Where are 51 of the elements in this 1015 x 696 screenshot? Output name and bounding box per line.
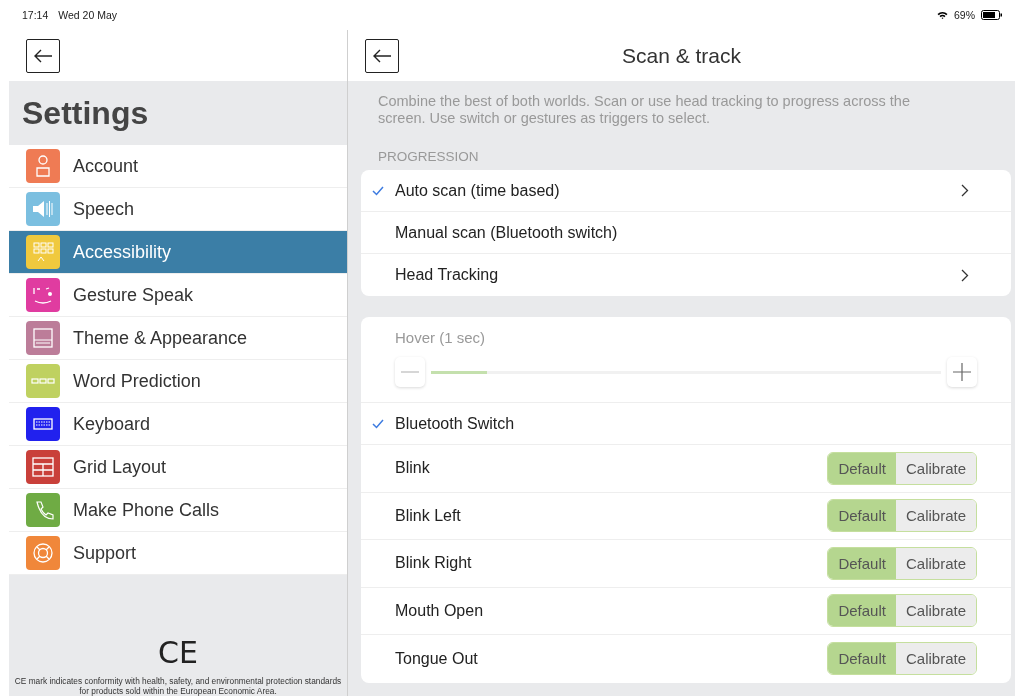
option-label: Auto scan (time based) (395, 181, 561, 200)
ce-disclaimer: CE mark indicates conformity with health, safety, and environmental protection standards for products sold within the European Economic Area. (13, 676, 343, 696)
gesture-label: Blink Left (395, 506, 462, 525)
hover-label: Hover (1 sec) (395, 329, 486, 346)
option-label: Bluetooth Switch (395, 414, 516, 433)
segment-button[interactable]: Default (828, 547, 896, 579)
back-arrow-icon (372, 48, 392, 63)
increase-button[interactable] (947, 357, 977, 387)
decrease-button[interactable] (395, 357, 425, 387)
sidebar-item[interactable]: Accessibility (9, 231, 347, 274)
option-label: Manual scan (Bluetooth switch) (395, 223, 619, 242)
back-button[interactable] (365, 38, 399, 73)
segment-button[interactable]: Default (828, 595, 896, 627)
segment-button[interactable]: Default (828, 500, 896, 532)
gesture-label: Blink (395, 459, 431, 478)
option-row[interactable]: Bluetooth Switch (361, 403, 1011, 445)
status-date: Wed 20 May (58, 9, 118, 21)
back-arrow-icon (33, 48, 53, 63)
option-row[interactable]: Head Tracking (361, 254, 1011, 296)
sidebar-item[interactable]: Account (9, 145, 347, 188)
sidebar-item[interactable]: Grid Layout (9, 446, 347, 489)
wifi-icon (937, 11, 948, 19)
segment-button[interactable]: Calibrate (895, 595, 976, 627)
back-button[interactable] (26, 38, 60, 73)
sidebar-item[interactable]: Keyboard (9, 403, 347, 446)
gesture-label: Mouth Open (395, 601, 485, 620)
section-heading: PROGRESSION (378, 149, 480, 164)
segment-button[interactable]: Calibrate (895, 547, 976, 579)
battery-icon (981, 10, 1003, 20)
minus-icon (401, 371, 419, 373)
page-title: Scan & track (620, 43, 743, 68)
ce-mark: CE (158, 638, 198, 668)
sidebar-item[interactable]: Theme & Appearance (9, 317, 347, 360)
segment-button[interactable]: Calibrate (895, 500, 976, 532)
segment-button[interactable]: Default (828, 643, 896, 675)
sidebar-item[interactable]: Word Prediction (9, 360, 347, 403)
option-row[interactable]: Manual scan (Bluetooth switch) (361, 212, 1011, 254)
segment-button[interactable]: Calibrate (895, 643, 976, 675)
sidebar-item[interactable]: Gesture Speak (9, 274, 347, 317)
sidebar-item[interactable]: Make Phone Calls (9, 489, 347, 532)
segment-button[interactable]: Calibrate (895, 452, 976, 484)
segment-button[interactable]: Default (828, 452, 896, 484)
description-text: Combine the best of both worlds. Scan or use head tracking to progress across the screen. Use switch or gestures as triggers to select. (378, 93, 911, 127)
option-label: Head Tracking (395, 266, 500, 284)
battery-percentage: 69% (954, 9, 975, 21)
gesture-label: Tongue Out (395, 649, 479, 668)
status-time: 17:14 (22, 9, 49, 21)
settings-title: Settings (22, 94, 149, 132)
plus-icon (953, 363, 971, 381)
gesture-label: Blink Right (395, 554, 473, 573)
option-row[interactable]: Auto scan (time based) (361, 170, 1011, 212)
